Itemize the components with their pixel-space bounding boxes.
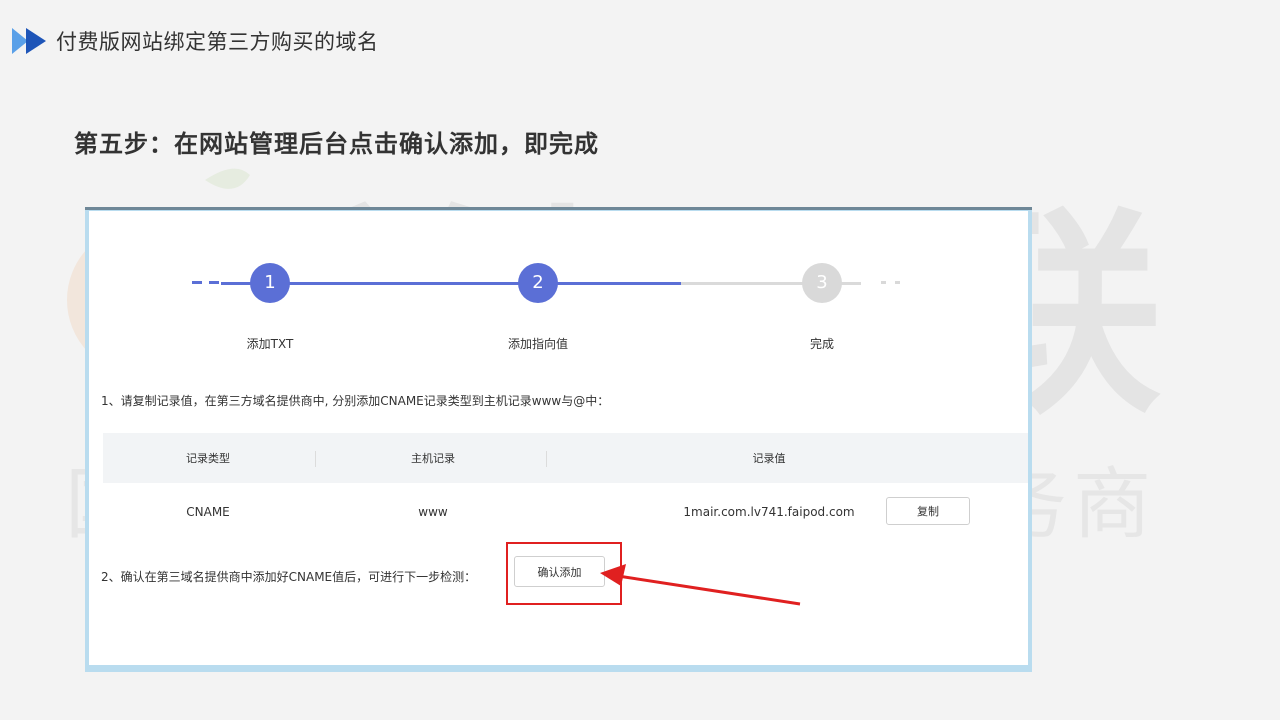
step-1-circle: 1 xyxy=(250,263,290,303)
table-row: CNAME www 1mair.com.lv741.faipod.com 复制 xyxy=(103,483,1028,541)
screenshot-frame: 1 2 3 添加TXT 添加指向值 完成 1、请复制记录值，在第三方域名提供商中… xyxy=(85,207,1032,672)
instruction-step1: 1、请复制记录值，在第三方域名提供商中, 分别添加CNAME记录类型到主机记录w… xyxy=(101,394,610,408)
step-2-label: 添加指向值 xyxy=(507,337,568,351)
screenshot-panel: 1 2 3 添加TXT 添加指向值 完成 1、请复制记录值，在第三方域名提供商中… xyxy=(89,211,1028,665)
cell-record-value: 1mair.com.lv741.faipod.com xyxy=(683,505,855,519)
stepper-progress-line xyxy=(221,282,681,285)
stepper-dash xyxy=(881,281,886,284)
step-2-circle: 2 xyxy=(518,263,558,303)
table-header: 记录类型 主机记录 记录值 xyxy=(103,433,1028,483)
step-heading: 第五步：在网站管理后台点击确认添加，即完成 xyxy=(74,130,599,158)
play-arrows-icon xyxy=(12,28,46,54)
stepper-dash xyxy=(895,281,900,284)
cell-record-type: CNAME xyxy=(186,505,230,519)
cell-host: www xyxy=(418,505,448,519)
header-divider xyxy=(546,451,547,467)
header-divider xyxy=(315,451,316,467)
step-3-circle: 3 xyxy=(802,263,842,303)
stepper-dash xyxy=(192,281,202,284)
slide-header: 付费版网站绑定第三方购买的域名 xyxy=(12,26,379,56)
header-record-type: 记录类型 xyxy=(186,452,230,465)
slide-title: 付费版网站绑定第三方购买的域名 xyxy=(56,30,379,54)
step-3-label: 完成 xyxy=(809,337,834,351)
stepper-dash xyxy=(209,281,219,284)
instruction-step2: 2、确认在第三域名提供商中添加好CNAME值后，可进行下一步检测： xyxy=(101,570,477,584)
step-1-label: 添加TXT xyxy=(246,337,294,351)
copy-button[interactable]: 复制 xyxy=(886,497,970,525)
header-host: 主机记录 xyxy=(411,452,455,465)
confirm-add-button[interactable]: 确认添加 xyxy=(514,556,605,587)
header-value: 记录值 xyxy=(752,452,786,465)
stepper: 1 2 3 添加TXT 添加指向值 完成 xyxy=(89,211,1028,361)
record-table: 记录类型 主机记录 记录值 CNAME www 1mair.com.lv741.… xyxy=(103,433,1028,541)
